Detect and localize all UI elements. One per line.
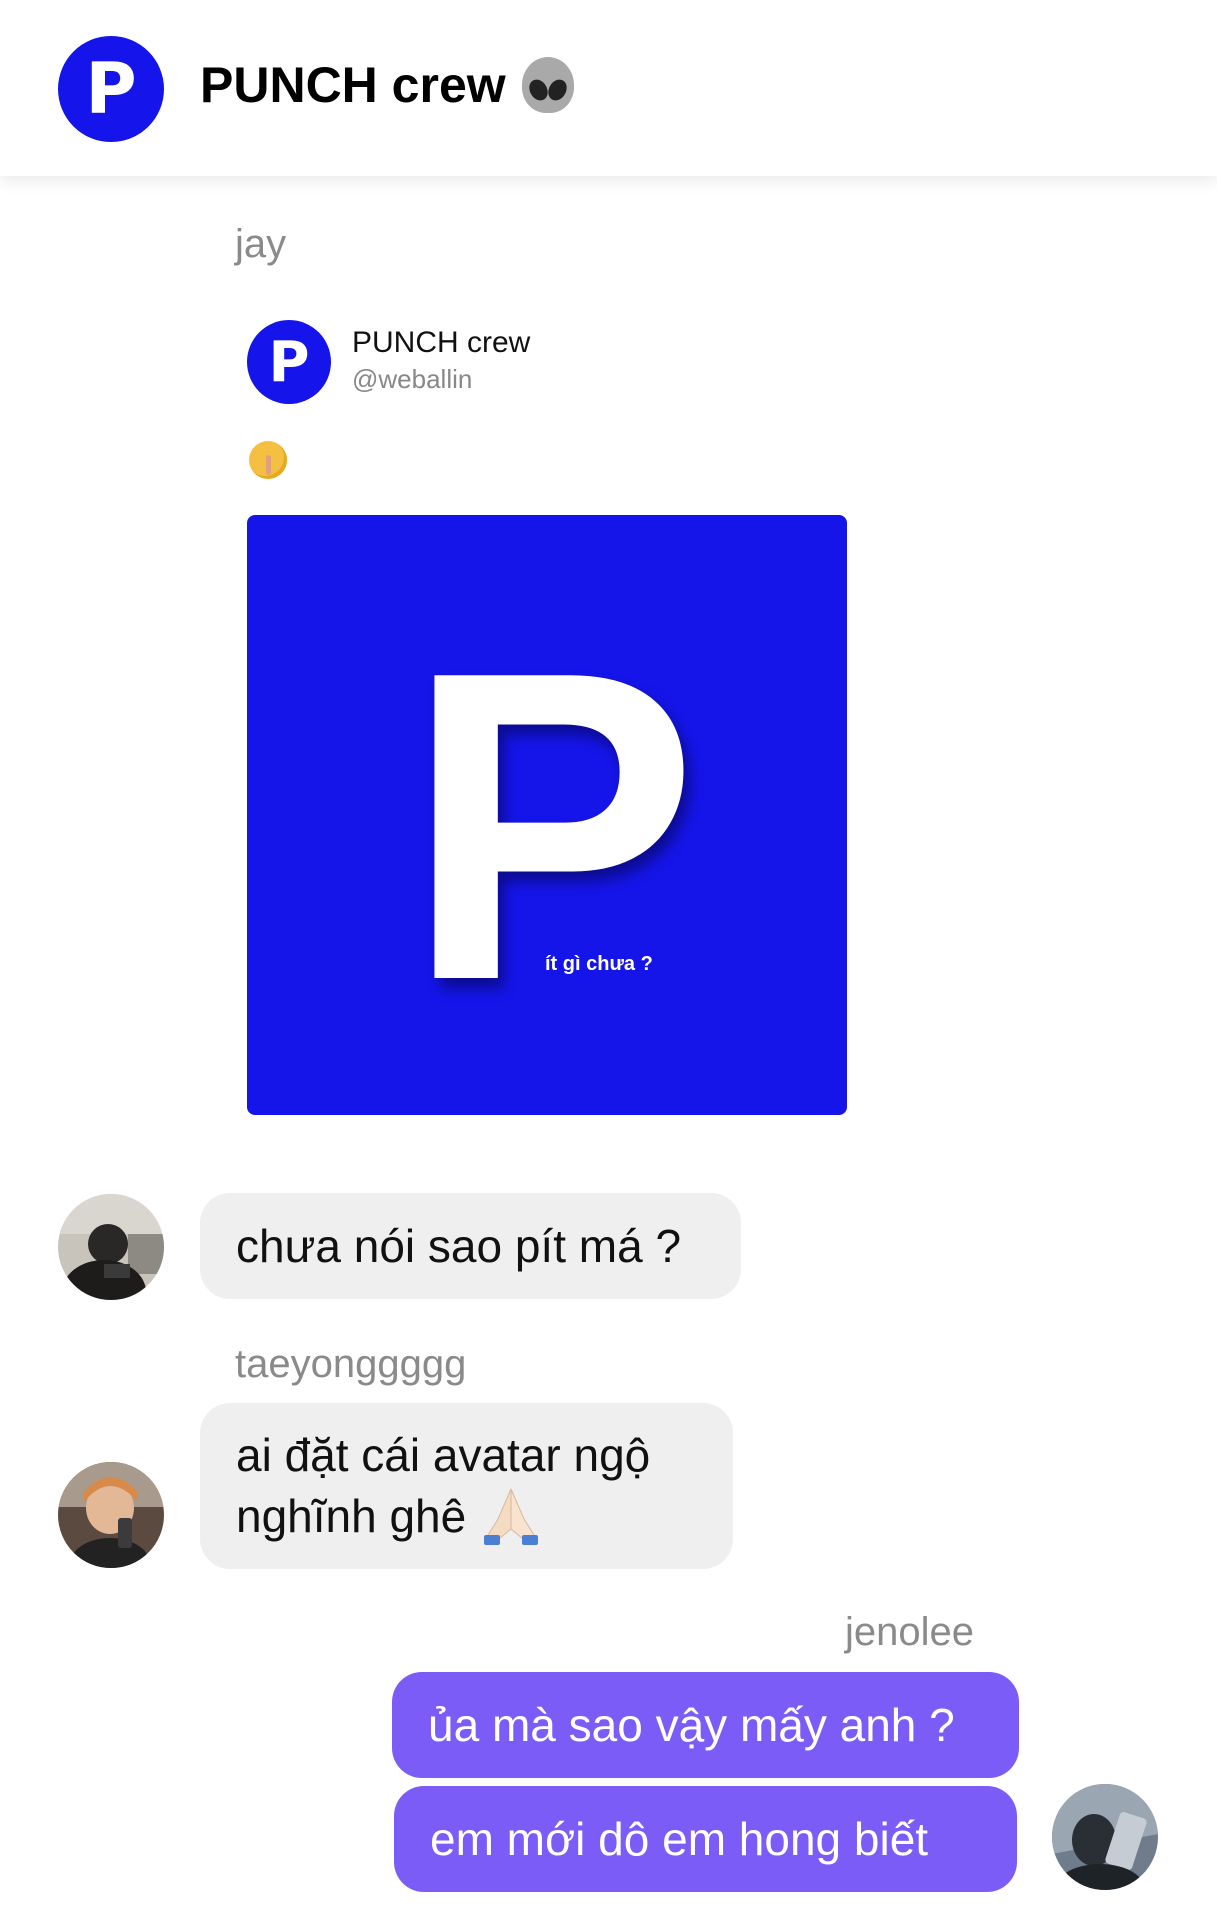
shushing-face-emoji-icon bbox=[249, 441, 287, 479]
folded-hands-emoji-icon bbox=[484, 1488, 539, 1545]
message-text: ủa mà sao vậy mấy anh ? bbox=[428, 1699, 955, 1751]
group-title-text: PUNCH crew bbox=[200, 57, 506, 113]
message-bubble[interactable]: chưa nói sao pít má ? bbox=[200, 1193, 741, 1299]
group-title[interactable]: PUNCH crew bbox=[200, 56, 574, 114]
post-image[interactable]: P ít gì chưa ? bbox=[247, 515, 847, 1115]
message-text: em mới dô em hong biết bbox=[430, 1813, 929, 1865]
message-bubble[interactable]: ai đặt cái avatar ngộ nghĩnh ghê bbox=[200, 1403, 733, 1569]
group-avatar[interactable]: P bbox=[58, 36, 164, 142]
message-bubble[interactable]: em mới dô em hong biết bbox=[394, 1786, 1017, 1892]
avatar[interactable] bbox=[58, 1462, 164, 1568]
post-author-handle: @weballin bbox=[352, 364, 473, 394]
post-author-avatar[interactable]: P bbox=[247, 320, 331, 404]
sender-name: jenolee bbox=[845, 1610, 975, 1654]
post-image-caption: ít gì chưa ? bbox=[545, 953, 653, 975]
message-bubble[interactable]: ủa mà sao vậy mấy anh ? bbox=[392, 1672, 1019, 1778]
sender-name: taeyonggggg bbox=[235, 1342, 467, 1386]
user-photo-avatar-icon bbox=[58, 1462, 164, 1568]
post-author-name[interactable]: PUNCH crew bbox=[352, 326, 530, 360]
chat-header: P PUNCH crew bbox=[0, 0, 1217, 176]
message-text: chưa nói sao pít má ? bbox=[236, 1220, 682, 1272]
message-text-line: ai đặt cái avatar ngộ bbox=[236, 1429, 651, 1481]
alien-emoji-icon bbox=[521, 57, 574, 113]
sender-name: jay bbox=[235, 222, 287, 266]
avatar[interactable] bbox=[1052, 1784, 1158, 1890]
post-image-logo-letter: P bbox=[405, 581, 699, 1072]
message-text-line: nghĩnh ghê bbox=[236, 1490, 467, 1542]
user-photo-avatar-icon bbox=[58, 1194, 164, 1300]
user-photo-avatar-icon bbox=[1052, 1784, 1158, 1890]
avatar[interactable] bbox=[58, 1194, 164, 1300]
